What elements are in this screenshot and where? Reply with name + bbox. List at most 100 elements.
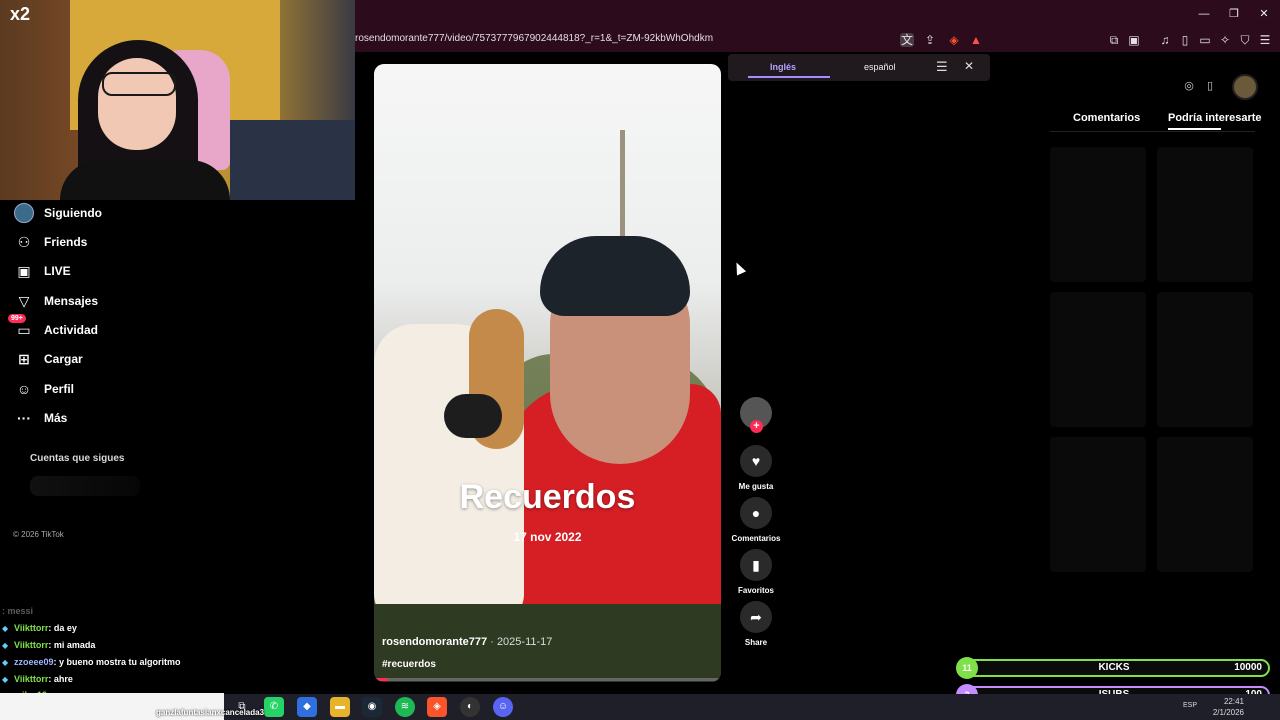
nav-item-perfil[interactable]: ☺ Perfil <box>14 378 74 400</box>
tab-podria-interesarte[interactable]: Podría interesarte <box>1168 112 1262 124</box>
suggested-video[interactable] <box>1157 147 1253 282</box>
chat-line: ◆ zzoeee09: y bueno mostra tu algoritmo <box>2 657 181 667</box>
goal-label: KICKS <box>1098 662 1130 673</box>
minimize-button[interactable]: — <box>1194 6 1214 22</box>
favorites-label: Favoritos <box>737 586 774 595</box>
sidebar-icon[interactable]: ▯ <box>1178 33 1192 47</box>
video-date: 17 nov 2022 <box>513 530 582 544</box>
nav-item-mensajes[interactable]: ▽ Mensajes <box>14 290 98 312</box>
nav-label: Cargar <box>44 352 83 366</box>
like-label: Me gusta <box>738 482 774 491</box>
activity-badge: 99+ <box>8 314 26 323</box>
discord-icon[interactable]: ☺ <box>493 697 513 717</box>
suggested-video[interactable] <box>1157 437 1253 572</box>
suggested-video[interactable] <box>1050 292 1146 427</box>
clock-time: 22:41 <box>1223 697 1244 706</box>
streamer-shirt <box>60 160 230 200</box>
video-man-hair <box>540 236 690 316</box>
browser-toolbar <box>355 0 1280 52</box>
translate-icon[interactable]: 文 <box>900 33 914 47</box>
stream-logo: x2 <box>10 4 31 24</box>
nav-item-friends[interactable]: ⚇ Friends <box>14 231 88 253</box>
nav-label: Siguiendo <box>44 206 102 220</box>
warning-icon[interactable]: ▲ <box>969 33 983 47</box>
wallet-icon[interactable]: ▭ <box>1198 33 1212 47</box>
leo-icon[interactable]: ✧ <box>1218 33 1232 47</box>
steam-icon[interactable]: ◉ <box>362 697 382 717</box>
translate-menu-icon[interactable]: ☰ <box>936 59 948 75</box>
nav-label: Perfil <box>44 382 75 396</box>
translate-source-tab[interactable]: Inglés <box>770 62 796 72</box>
extensions-icon[interactable]: ⧉ <box>1107 33 1121 47</box>
messages-icon: ▽ <box>18 292 30 309</box>
tab-divider <box>1050 131 1255 132</box>
more-icon: ··· <box>17 410 31 426</box>
spotify-icon[interactable]: ≋ <box>395 697 415 717</box>
whatsapp-icon[interactable]: ✆ <box>264 697 284 717</box>
close-window-button[interactable]: ✕ <box>1254 6 1274 22</box>
video-dog-nose <box>444 394 502 438</box>
menu-icon[interactable]: ☰ <box>1258 33 1272 47</box>
mouse-cursor <box>731 260 747 276</box>
nav-label: LIVE <box>44 264 71 278</box>
chat-line: ◆ Viikttorr: mi amada <box>2 640 96 650</box>
video-author[interactable]: rosendomorante777 · 2025-11-17 <box>382 636 552 648</box>
chat-user: zzoeee09 <box>14 657 54 667</box>
video-published: · 2025-11-17 <box>490 636 553 648</box>
screenshot-icon[interactable]: ▣ <box>1127 33 1141 47</box>
nav-label: Friends <box>44 235 88 249</box>
nav-item-siguiendo[interactable]: Siguiendo <box>14 202 102 224</box>
translate-close-icon[interactable]: ✕ <box>964 59 974 73</box>
chat-line: ◆ Viikttorr: ahre <box>2 674 73 684</box>
heart-icon[interactable]: ♥ <box>740 445 772 477</box>
nav-item-mas[interactable]: ··· Más <box>14 407 67 429</box>
share-label: Share <box>744 638 768 647</box>
nav-item-actividad[interactable]: ▭ 99+ Actividad <box>8 314 98 341</box>
suggested-video[interactable] <box>1050 437 1146 572</box>
obs-icon[interactable]: ◐ <box>460 697 480 717</box>
video-player[interactable]: Recuerdos 17 nov 2022 rosendomorante777 … <box>374 64 721 682</box>
brave-shield-icon[interactable]: ◈ <box>947 33 961 47</box>
video-hashtag[interactable]: #recuerdos <box>382 659 436 670</box>
address-bar[interactable]: rosendomorante777/video/7573777967902444… <box>355 33 713 44</box>
streamer-glasses <box>102 72 176 96</box>
live-icon: ▣ <box>17 262 31 279</box>
tab-comentarios[interactable]: Comentarios <box>1073 112 1140 124</box>
chat-user: Viikttorr <box>14 640 49 650</box>
following-avatar <box>14 203 34 223</box>
follow-button[interactable]: + <box>750 420 763 433</box>
compass-icon[interactable]: ◎ <box>1181 78 1197 94</box>
nav-label: Mensajes <box>44 294 99 308</box>
suggested-video[interactable] <box>1050 147 1146 282</box>
copilot-icon[interactable]: ◆ <box>297 697 317 717</box>
bookmark-icon[interactable]: ▮ <box>740 549 772 581</box>
phone-icon[interactable]: ▯ <box>1202 78 1218 94</box>
upload-icon: ⊞ <box>18 350 30 367</box>
comment-icon[interactable]: ● <box>740 497 772 529</box>
video-progress[interactable] <box>374 678 721 681</box>
friends-icon: ⚇ <box>17 233 31 250</box>
restore-button[interactable]: ❐ <box>1224 6 1244 22</box>
media-icon[interactable]: ♫ <box>1158 33 1172 47</box>
brave-icon[interactable]: ◈ <box>427 697 447 717</box>
system-clock[interactable]: 22:41 2/1/2026 <box>1204 696 1244 718</box>
nav-item-live[interactable]: ▣ LIVE <box>14 260 71 282</box>
share-icon[interactable]: ⇪ <box>923 33 937 47</box>
comment-label: Comentarios <box>731 534 781 543</box>
keyboard-language[interactable]: ESP <box>1183 702 1197 709</box>
suggested-video[interactable] <box>1157 292 1253 427</box>
translate-target-tab[interactable]: español <box>864 62 896 72</box>
chat-line: ◆ Viikttorr: da ey <box>2 623 77 633</box>
vpn-icon[interactable]: ⛉ <box>1238 33 1252 47</box>
folder-icon[interactable]: ▬ <box>330 697 350 717</box>
chat-user: Viikttorr <box>14 674 49 684</box>
following-account-placeholder[interactable] <box>30 476 140 496</box>
kicks-goal-bar: 11 KICKS 10000 <box>956 657 1270 679</box>
share-arrow-icon[interactable]: ➦ <box>740 601 772 633</box>
stream-alert-text: ganzlafuntasianxcancelada3 <box>156 708 265 717</box>
nav-item-cargar[interactable]: ⊞ Cargar <box>14 348 83 370</box>
user-avatar[interactable] <box>1232 74 1258 100</box>
video-pole <box>620 130 625 240</box>
goal-target: 10000 <box>1234 662 1262 673</box>
translate-popup: Inglés español ☰ ✕ <box>728 54 990 81</box>
